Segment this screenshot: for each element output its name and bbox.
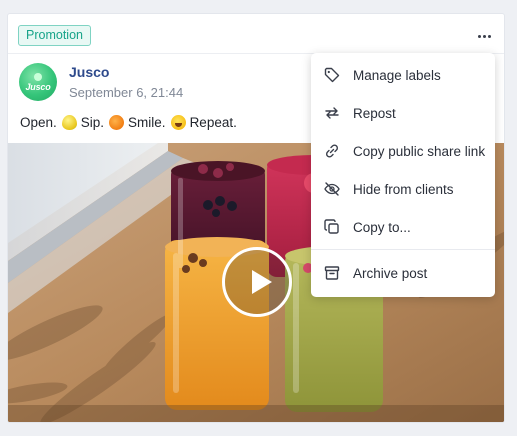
menu-item-manage-labels[interactable]: Manage labels	[311, 56, 495, 94]
menu-item-label: Archive post	[353, 265, 428, 281]
repost-icon	[323, 104, 341, 122]
menu-item-label: Hide from clients	[353, 181, 454, 197]
promotion-badge[interactable]: Promotion	[18, 25, 91, 46]
caption-text-2: Sip.	[80, 115, 105, 130]
menu-item-repost[interactable]: Repost	[311, 94, 495, 132]
more-dot	[482, 34, 486, 38]
tangerine-emoji-icon	[109, 115, 125, 130]
post-timestamp: September 6, 21:44	[69, 85, 184, 100]
more-options-button[interactable]	[474, 26, 494, 46]
caption-text-4: Repeat.	[189, 115, 237, 130]
copy-icon	[323, 218, 341, 236]
post-caption: Open. Sip. Smile. Repeat.	[20, 115, 237, 130]
play-video-button[interactable]	[222, 247, 292, 317]
avatar[interactable]: Jusco	[19, 63, 57, 101]
post-options-menu: Manage labels Repost Copy public share l…	[311, 53, 495, 297]
menu-item-label: Repost	[353, 105, 396, 121]
caption-text-1: Open.	[20, 115, 57, 130]
more-horizontal-icon	[477, 34, 481, 38]
menu-item-hide-from-clients[interactable]: Hide from clients	[311, 170, 495, 208]
author-name[interactable]: Jusco	[69, 64, 109, 80]
menu-item-label: Copy to...	[353, 219, 411, 235]
more-dot	[487, 34, 491, 38]
menu-item-label: Manage labels	[353, 67, 441, 83]
menu-item-archive-post[interactable]: Archive post	[311, 254, 495, 292]
menu-item-copy-share-link[interactable]: Copy public share link	[311, 132, 495, 170]
menu-item-label: Copy public share link	[353, 143, 486, 159]
archive-icon	[323, 264, 341, 282]
caption-text-3: Smile.	[128, 115, 166, 130]
link-icon	[323, 142, 341, 160]
grinning-face-emoji-icon	[170, 115, 186, 130]
menu-divider	[311, 249, 495, 250]
eye-off-icon	[323, 180, 341, 198]
post-header: Promotion	[8, 14, 504, 54]
avatar-logo-dot	[34, 72, 42, 81]
menu-item-copy-to[interactable]: Copy to...	[311, 208, 495, 246]
lemon-emoji-icon	[61, 115, 77, 130]
avatar-logo-text: Jusco	[25, 81, 51, 92]
tag-icon	[323, 66, 341, 84]
